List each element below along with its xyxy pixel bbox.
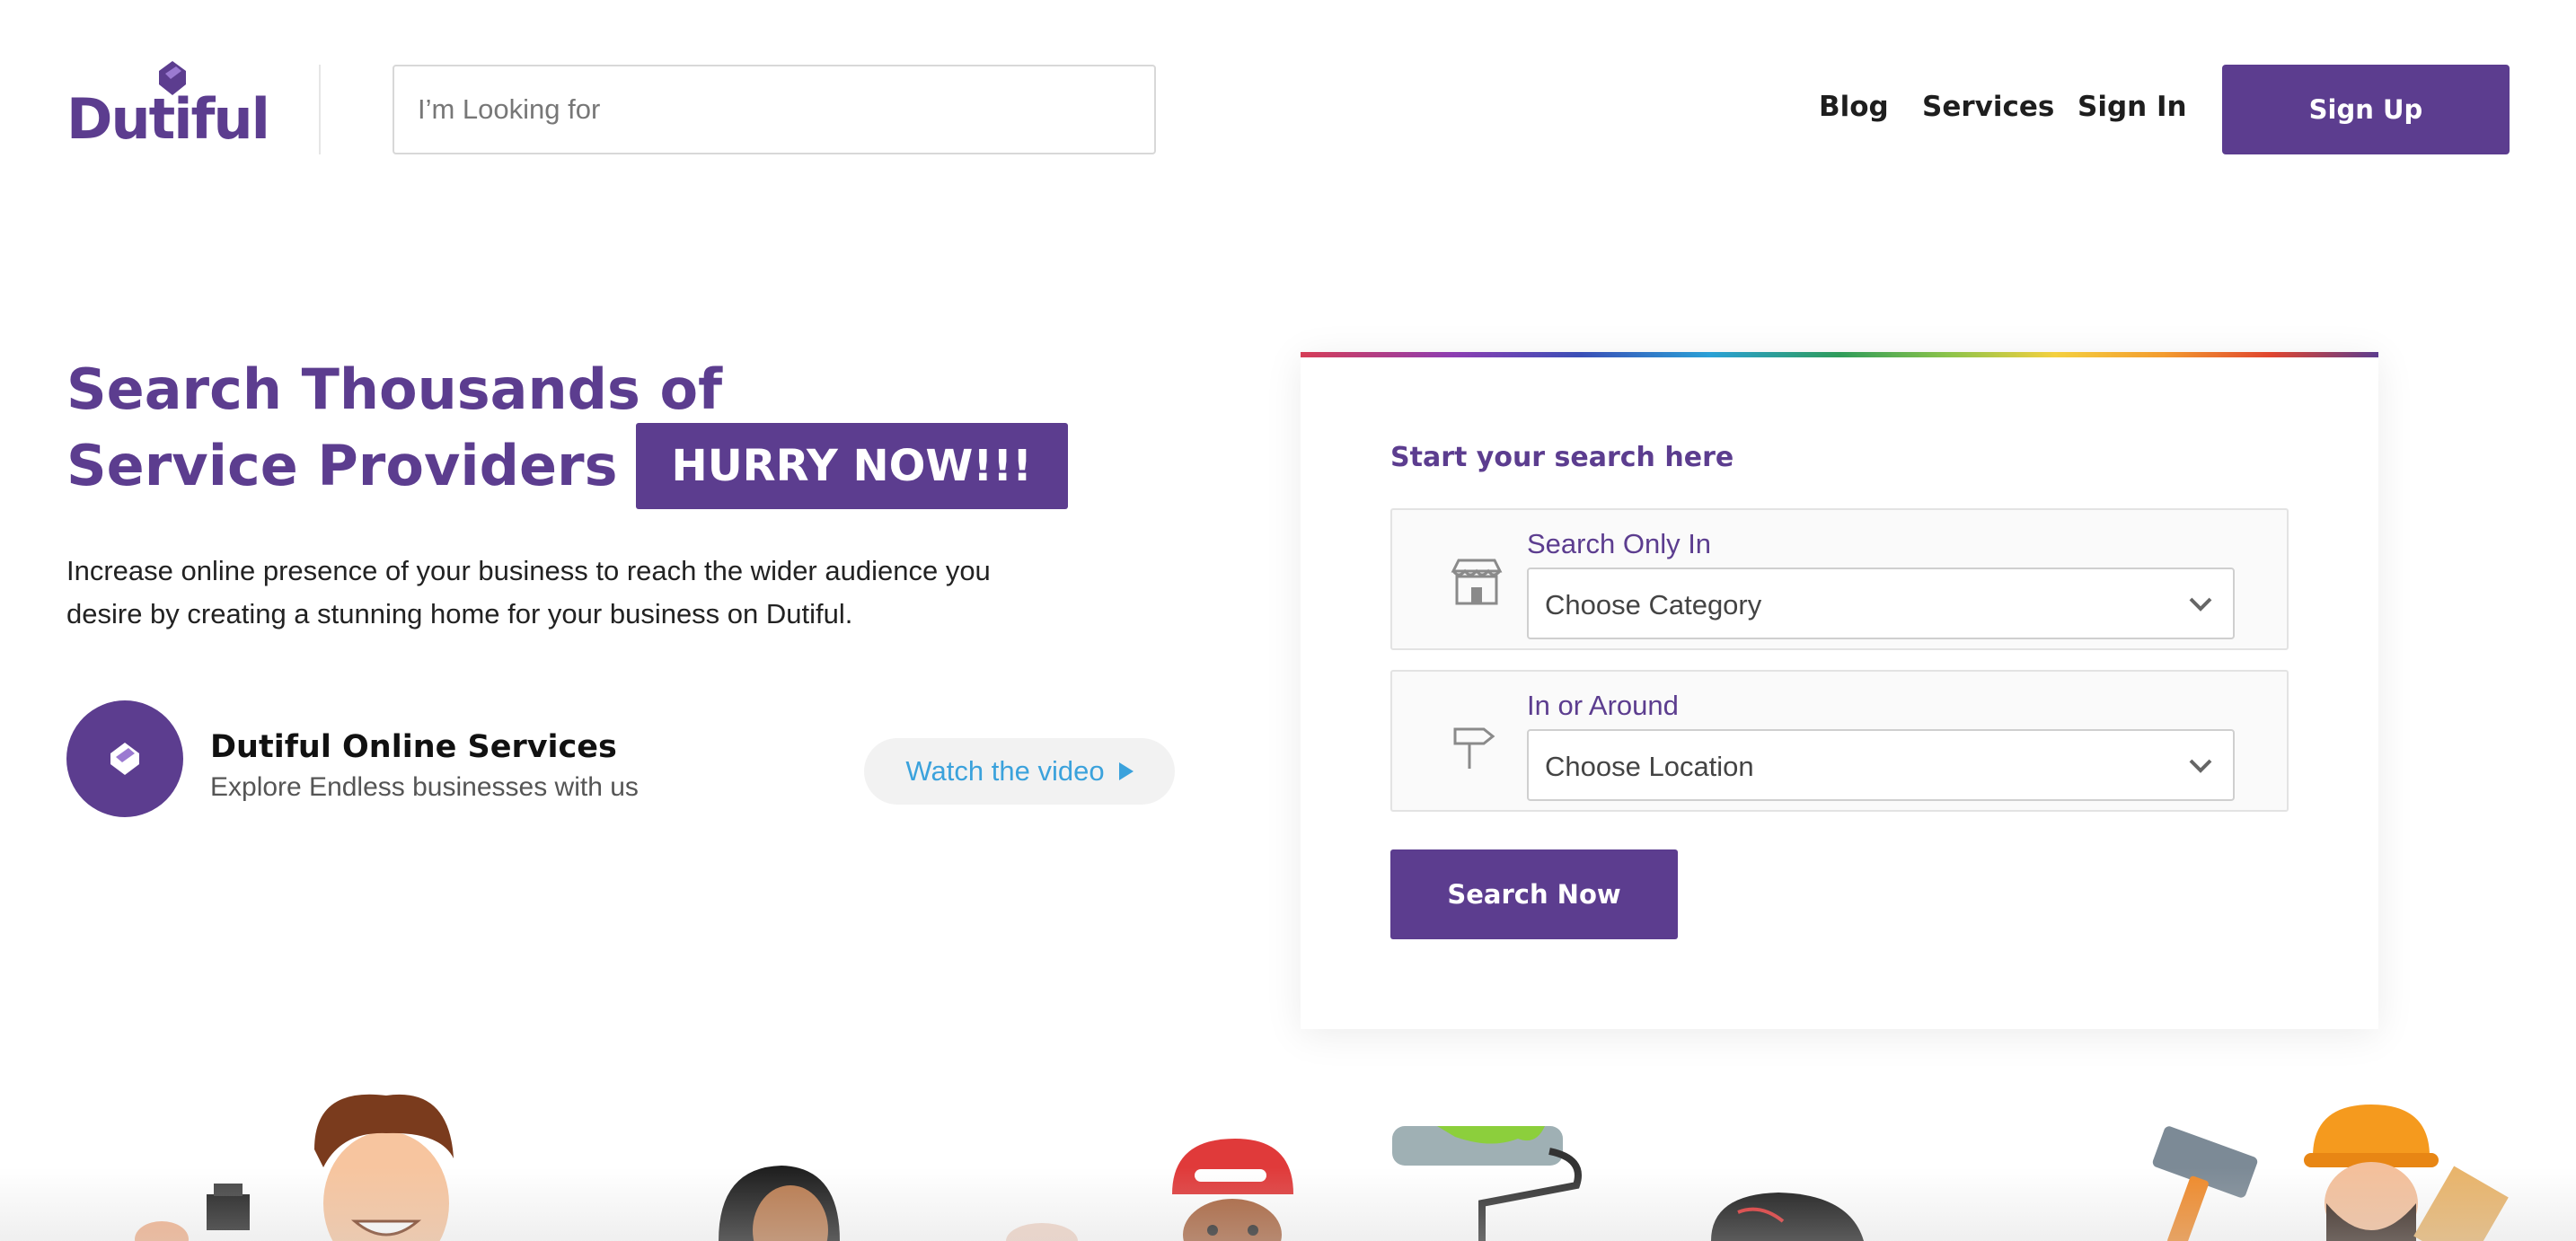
- play-icon: [1118, 762, 1134, 780]
- location-select-value: Choose Location: [1545, 751, 1754, 782]
- hero-title: Search Thousands of Service Providers HUR…: [66, 352, 1069, 513]
- nav-sign-in-link[interactable]: Sign In: [2078, 91, 2187, 123]
- watch-video-button[interactable]: Watch the video: [864, 738, 1175, 805]
- storefront-icon: [1451, 559, 1503, 605]
- rainbow-stripe: [1301, 352, 2378, 357]
- location-select[interactable]: Choose Location: [1527, 729, 2235, 801]
- signpost-icon: [1453, 727, 1495, 769]
- service-subtitle: Explore Endless businesses with us: [210, 772, 639, 802]
- hero-title-line-2: Service Providers HURRY NOW!!!: [66, 423, 1069, 513]
- logo-text: Dutiful: [66, 86, 270, 152]
- hero-title-line-2-text: Service Providers: [66, 433, 618, 499]
- hero-description: Increase online presence of your busines…: [66, 555, 991, 629]
- dutiful-mark-icon: [110, 743, 139, 775]
- watch-video-label: Watch the video: [905, 755, 1105, 787]
- search-card: Start your search here Search Only In Ch…: [1301, 352, 2378, 1029]
- search-card-heading: Start your search here: [1390, 442, 1734, 473]
- location-field: In or Around Choose Location: [1390, 670, 2289, 812]
- chevron-down-icon: [2189, 759, 2212, 773]
- dutiful-avatar: [66, 700, 183, 817]
- chevron-down-icon: [2189, 597, 2212, 612]
- location-label: In or Around: [1527, 690, 1679, 721]
- category-select[interactable]: Choose Category: [1527, 568, 2235, 639]
- nav-services-link[interactable]: Services: [1922, 91, 2054, 123]
- bottom-fade: [0, 1167, 2576, 1241]
- hurry-now-badge: HURRY NOW!!!: [635, 423, 1069, 509]
- category-label: Search Only In: [1527, 528, 1712, 559]
- service-title: Dutiful Online Services: [210, 729, 617, 765]
- search-now-button[interactable]: Search Now: [1390, 849, 1678, 939]
- hero-title-line-1: Search Thousands of: [66, 356, 723, 422]
- nav-blog-link[interactable]: Blog: [1819, 91, 1889, 123]
- category-select-value: Choose Category: [1545, 589, 1762, 620]
- header-divider: [319, 65, 321, 154]
- logo[interactable]: Dutiful: [66, 59, 270, 152]
- search-input[interactable]: [393, 65, 1156, 154]
- sign-up-button[interactable]: Sign Up: [2222, 65, 2510, 154]
- category-field: Search Only In Choose Category: [1390, 508, 2289, 650]
